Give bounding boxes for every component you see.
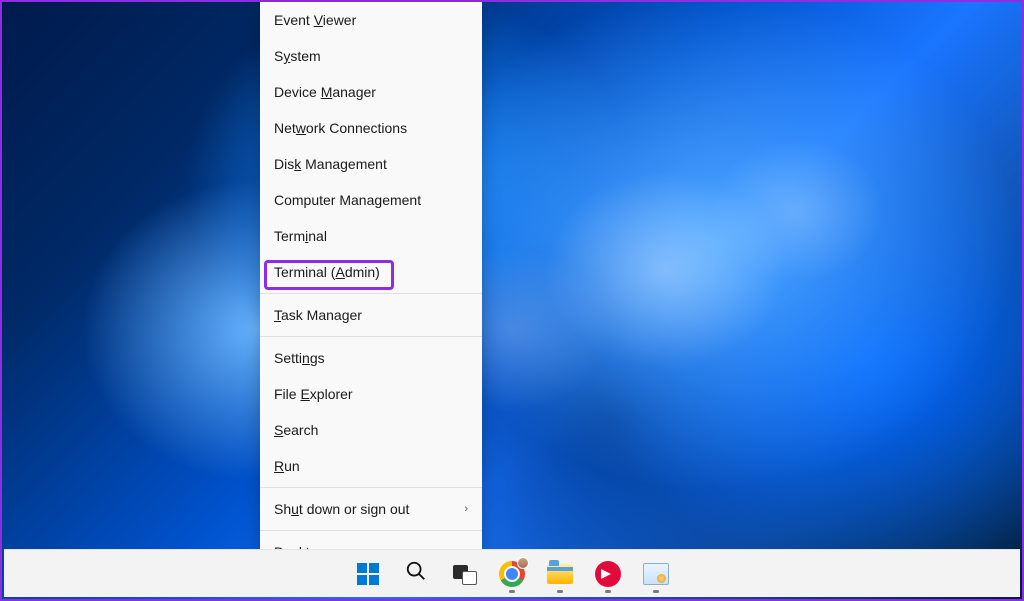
- file-explorer-icon: [547, 564, 573, 584]
- menu-task-manager[interactable]: Task Manager: [260, 297, 482, 333]
- control-panel-app[interactable]: [636, 554, 676, 594]
- menu-search[interactable]: Search: [260, 412, 482, 448]
- menu-run[interactable]: Run: [260, 448, 482, 484]
- media-app-icon: [595, 561, 621, 587]
- menu-item-label: Disk Management: [274, 156, 387, 172]
- running-indicator: [605, 590, 611, 593]
- winx-context-menu: Event Viewer System Device Manager Network …: [260, 2, 482, 574]
- menu-item-label: System: [274, 48, 321, 64]
- running-indicator: [557, 590, 563, 593]
- menu-terminal-admin[interactable]: Terminal (Admin): [260, 254, 482, 290]
- profile-badge-icon: [517, 557, 529, 569]
- taskbar: [4, 549, 1020, 597]
- menu-computer-management[interactable]: Computer Management: [260, 182, 482, 218]
- running-indicator: [653, 590, 659, 593]
- menu-event-viewer[interactable]: Event Viewer: [260, 2, 482, 38]
- menu-separator: [260, 336, 482, 337]
- search-icon: [405, 560, 427, 588]
- running-indicator: [509, 590, 515, 593]
- menu-item-label: Search: [274, 422, 318, 438]
- menu-terminal[interactable]: Terminal: [260, 218, 482, 254]
- windows-start-icon: [356, 562, 380, 586]
- menu-separator: [260, 530, 482, 531]
- menu-item-label: Computer Management: [274, 192, 421, 208]
- menu-item-label: Terminal: [274, 228, 327, 244]
- chevron-right-icon: ›: [464, 503, 468, 515]
- menu-settings[interactable]: Settings: [260, 340, 482, 376]
- menu-item-label: Network Connections: [274, 120, 407, 136]
- menu-separator: [260, 487, 482, 488]
- desktop-wallpaper: [2, 2, 1022, 599]
- media-app[interactable]: [588, 554, 628, 594]
- menu-file-explorer[interactable]: File Explorer: [260, 376, 482, 412]
- menu-network-connections[interactable]: Network Connections: [260, 110, 482, 146]
- menu-item-label: Shut down or sign out: [274, 501, 409, 517]
- chrome-app[interactable]: [492, 554, 532, 594]
- menu-item-label: Settings: [274, 350, 325, 366]
- menu-system[interactable]: System: [260, 38, 482, 74]
- menu-separator: [260, 293, 482, 294]
- menu-item-label: Event Viewer: [274, 12, 356, 28]
- file-explorer-app[interactable]: [540, 554, 580, 594]
- control-panel-icon: [643, 563, 669, 585]
- task-view-button[interactable]: [444, 554, 484, 594]
- menu-item-label: Terminal (Admin): [274, 264, 380, 280]
- start-button[interactable]: [348, 554, 388, 594]
- menu-item-label: Device Manager: [274, 84, 376, 100]
- search-button[interactable]: [396, 554, 436, 594]
- menu-shutdown[interactable]: Shut down or sign out ›: [260, 491, 482, 527]
- menu-item-label: File Explorer: [274, 386, 353, 402]
- task-view-icon: [453, 565, 475, 583]
- menu-item-label: Run: [274, 458, 300, 474]
- menu-disk-management[interactable]: Disk Management: [260, 146, 482, 182]
- menu-device-manager[interactable]: Device Manager: [260, 74, 482, 110]
- menu-item-label: Task Manager: [274, 307, 362, 323]
